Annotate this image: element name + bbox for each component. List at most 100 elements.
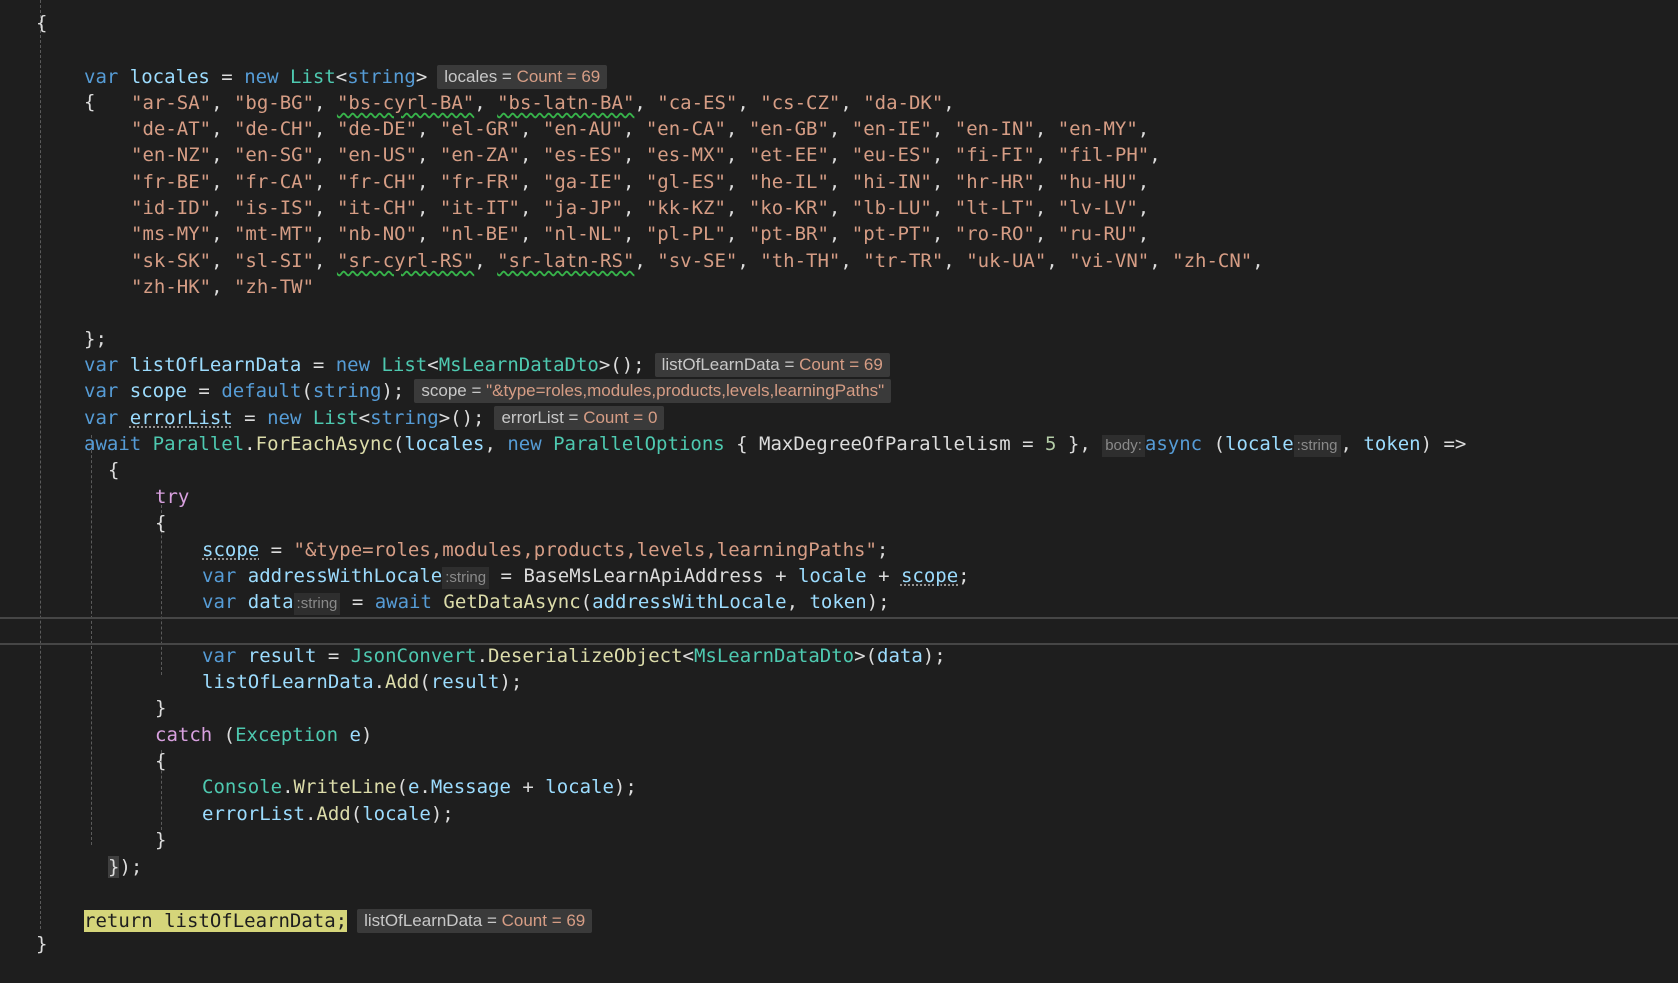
comma: , [1137, 197, 1150, 219]
string-literal: "fr-CH" [336, 171, 418, 193]
comma: , [840, 250, 864, 272]
string-literal: "ar-SA" [131, 92, 212, 114]
comma: , [1137, 118, 1150, 140]
comma: , [634, 250, 658, 272]
string-literal: "ja-JP" [542, 197, 623, 219]
locale-row: "sk-SK", "sl-SI", "sr-cyrl-RS", "sr-latn… [131, 248, 1264, 274]
code-line-open-brace: { [0, 63, 1678, 113]
string-literal: "is-IS" [233, 197, 315, 219]
string-literal: "hu-HU" [1057, 171, 1138, 193]
comma: , [314, 171, 337, 193]
comma: , [725, 144, 749, 166]
comma: , [314, 92, 337, 114]
comma: , [519, 144, 543, 166]
code-line-top-brace: { [0, 0, 1678, 34]
code-line-error-add: errorList.Add(locale); [0, 775, 1678, 825]
punctuation: ); [119, 856, 143, 878]
type-hint: :string [293, 593, 341, 615]
code-line-scope-assign: scope = "&type=roles,modules,products,le… [0, 511, 1678, 561]
comma: , [314, 197, 337, 219]
comma: , [211, 171, 234, 193]
string-literal: "es-ES" [542, 144, 623, 166]
string-literal: "bs-cyrl-BA" [336, 92, 475, 114]
code-line-locales-row: "ms-MY", "mt-MT", "nb-NO", "nl-BE", "nl-… [0, 221, 1678, 247]
comma: , [828, 171, 852, 193]
comma: , [943, 92, 955, 114]
comma: , [314, 118, 337, 140]
punctuation: , [786, 591, 810, 613]
comma: , [725, 197, 749, 219]
comma: , [211, 118, 234, 140]
comma: , [931, 171, 955, 193]
string-literal: "lv-LV" [1057, 197, 1138, 219]
matched-brace: } [108, 856, 120, 878]
string-literal: "zh-HK" [131, 276, 212, 298]
code-line-address: var addressWithLocale:string = BaseMsLea… [0, 537, 1678, 589]
locale-row: "en-NZ", "en-SG", "en-US", "en-ZA", "es-… [131, 142, 1161, 168]
string-literal: "nl-BE" [439, 223, 520, 245]
identifier: token [809, 591, 867, 613]
comma: , [931, 118, 955, 140]
code-line-locales-row: "id-ID", "is-IS", "it-CH", "it-IT", "ja-… [0, 195, 1678, 221]
string-literal: "ru-RU" [1057, 223, 1138, 245]
keyword: await [374, 591, 432, 613]
string-literal: "en-IN" [954, 118, 1035, 140]
code-line-locales-row: "en-NZ", "en-SG", "en-US", "en-ZA", "es-… [0, 142, 1678, 168]
string-literal: "fil-PH" [1057, 144, 1150, 166]
string-literal: "vi-VN" [1069, 250, 1150, 272]
code-line-method-close: } [0, 905, 1678, 955]
string-literal: "en-GB" [748, 118, 829, 140]
string-literal: "fr-CA" [233, 171, 315, 193]
string-literal: "th-TH" [760, 250, 841, 272]
code-line-lambda-close: }); [0, 828, 1678, 878]
locale-row: "ms-MY", "mt-MT", "nb-NO", "nl-BE", "nl-… [131, 221, 1149, 247]
code-line-console: Console.WriteLine(e.Message + locale); [0, 748, 1678, 798]
string-literal: "ro-RO" [954, 223, 1035, 245]
string-literal: "en-AU" [542, 118, 623, 140]
comma: , [725, 171, 749, 193]
comma: , [931, 223, 955, 245]
operator: = [340, 591, 375, 613]
string-literal: "ms-MY" [131, 223, 212, 245]
code-editor[interactable]: { var locales = new List<string> locales … [0, 0, 1678, 955]
code-line-try-open: { [0, 484, 1678, 534]
string-literal: "hr-HR" [954, 171, 1035, 193]
string-literal: "zh-CN" [1172, 250, 1253, 272]
comma: , [1149, 250, 1173, 272]
string-literal: "zh-TW" [233, 276, 315, 298]
comma: , [1034, 144, 1058, 166]
code-line-catch-open: { [0, 722, 1678, 772]
string-literal: "en-US" [336, 144, 418, 166]
code-line-locales-row: "ar-SA", "bg-BG", "bs-cyrl-BA", "bs-latn… [0, 90, 1678, 116]
string-literal: "hi-IN" [851, 171, 932, 193]
string-literal: "fr-BE" [131, 171, 212, 193]
string-literal: "uk-UA" [966, 250, 1047, 272]
comma: , [211, 92, 234, 114]
string-literal: "sr-cyrl-RS" [336, 250, 475, 272]
locale-row: "de-AT", "de-CH", "de-DE", "el-GR", "en-… [131, 116, 1149, 142]
comma: , [622, 197, 646, 219]
comma: , [828, 223, 852, 245]
comma: , [314, 250, 337, 272]
string-literal: "en-NZ" [131, 144, 212, 166]
comma: , [474, 250, 498, 272]
comma: , [211, 250, 234, 272]
comma: , [828, 144, 852, 166]
comma: , [314, 223, 337, 245]
comma: , [1046, 250, 1070, 272]
comma: , [1034, 223, 1058, 245]
string-literal: "gl-ES" [645, 171, 726, 193]
comma: , [417, 197, 440, 219]
keyword: var [202, 591, 237, 613]
code-line-locales-row: "fr-BE", "fr-CA", "fr-CH", "fr-FR", "ga-… [0, 169, 1678, 195]
code-line-locales-row: "de-AT", "de-CH", "de-DE", "el-GR", "en-… [0, 116, 1678, 142]
code-line-result: var result = JsonConvert.DeserializeObje… [0, 617, 1678, 667]
comma: , [737, 92, 761, 114]
code-line-locales-row: "zh-HK", "zh-TW" [0, 274, 1678, 300]
comma: , [725, 118, 749, 140]
string-literal: "sk-SK" [131, 250, 212, 272]
string-literal: "tr-TR" [863, 250, 944, 272]
comma: , [840, 92, 864, 114]
statement: var data:string = await GetDataAsync(add… [202, 589, 890, 615]
comma: , [737, 250, 761, 272]
